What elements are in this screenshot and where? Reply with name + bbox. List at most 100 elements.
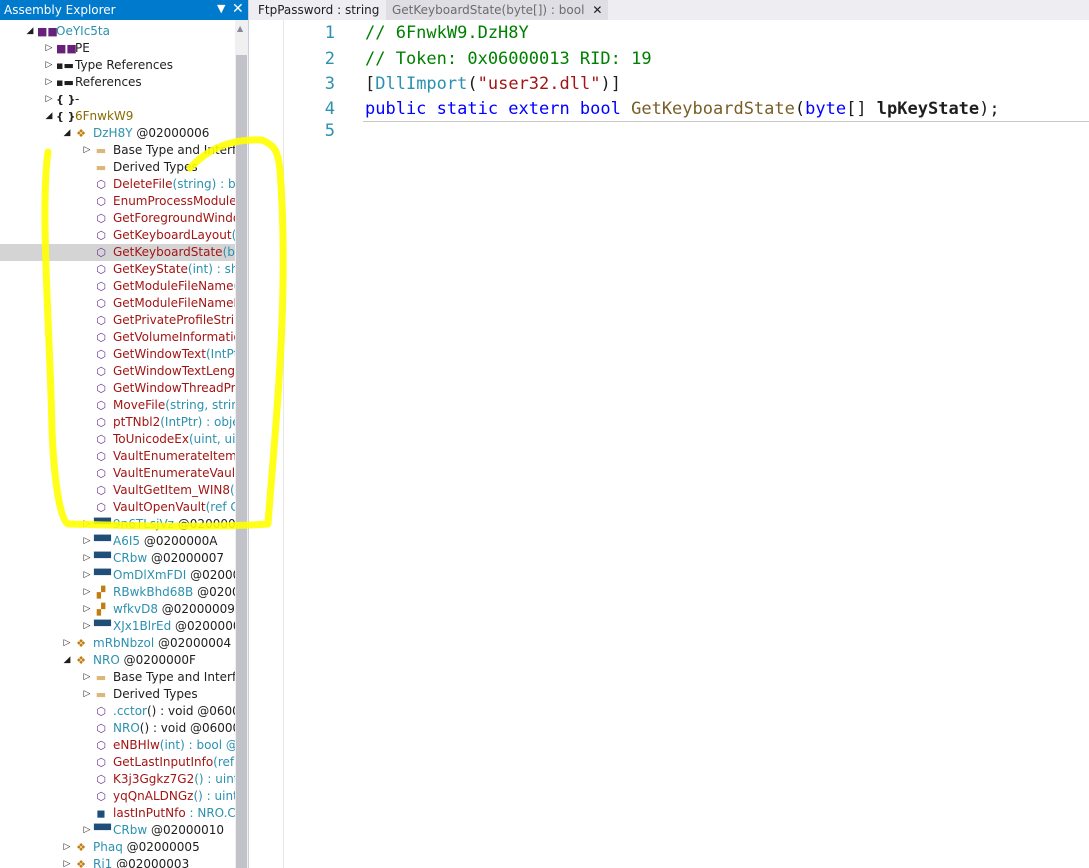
expand-arrow-icon[interactable]: ▷ [44,40,54,57]
tree-item[interactable]: ◢ ❖ DzH8Y @02000006 [0,125,235,142]
tree-item[interactable]: ◢{ } 6FnwkW9 [0,108,235,125]
tree-item[interactable]: ▷ ▀▀ CRbw @02000010 [0,822,235,839]
item-name: Derived Types [113,687,198,701]
tree-item[interactable]: ⬡ GetKeyState(int) : shor [0,261,235,278]
tree-item[interactable]: ◢ ■■ OeYIc5ta [0,23,235,40]
expand-arrow-icon[interactable]: ▷ [82,669,92,686]
expand-arrow-icon[interactable]: ▷ [82,567,92,584]
method-icon: ⬡ [96,501,106,514]
method-icon: ⬡ [96,756,106,769]
expand-arrow-icon[interactable]: ▷ [82,686,92,703]
tree-item[interactable]: ⬡ MoveFile(string, string [0,397,235,414]
tree-item[interactable]: ▷ ▞ RBwkBhd68B @020000 [0,584,235,601]
tree-item[interactable]: ▬ Derived Types [0,159,235,176]
tab-ftppassword[interactable]: FtpPassword : string [252,0,385,20]
tree-item[interactable]: ⬡ GetWindowThreadPro [0,380,235,397]
expand-arrow-icon[interactable]: ▷ [82,584,92,601]
tree-item[interactable]: ⬡ yqQnALDNGz() : uint ( [0,788,235,805]
close-icon[interactable]: ✕ [232,1,244,17]
tree-item[interactable]: ⬡ K3j3Ggkz7G2() : uint @ [0,771,235,788]
tree-item[interactable]: ⬡ VaultOpenVault(ref Gu [0,499,235,516]
expand-arrow-icon[interactable]: ▷ [82,533,92,550]
tree-item[interactable]: ▷▀▀XJx1BlrEd @0200000C [0,618,235,635]
method-icon: ⬡ [96,450,106,463]
expand-arrow-icon[interactable]: ▷ [82,822,92,839]
expand-arrow-icon[interactable]: ▷ [82,601,92,618]
expand-arrow-icon[interactable]: ▷ [82,618,92,635]
tree-item[interactable]: ⬡ GetModuleFileNameEx [0,295,235,312]
tree-item[interactable]: ▷ ❖ Phaq @02000005 [0,839,235,856]
tree-item[interactable]: ▷▀▀9n6TLsjVz @0200000B [0,516,235,533]
item-name: DzH8Y [93,126,133,140]
tree-item[interactable]: ⬡ .cctor() : void @06000 [0,703,235,720]
tree-item[interactable]: ▷▬ Base Type and Interfac [0,142,235,159]
tree-item[interactable]: ▷ ▪▬ References [0,74,235,91]
method-icon: ⬡ [96,467,106,480]
expand-arrow-icon[interactable]: ▷ [82,516,92,533]
tree-item[interactable]: ⬡ GetWindowText(IntPtr [0,346,235,363]
tree-item[interactable]: ▷ ▀▀ CRbw @02000007 [0,550,235,567]
tree-item-label: GetKeyState(int) : shor [113,261,235,278]
tree-item[interactable]: ⬡ GetPrivateProfileString [0,312,235,329]
tree-item[interactable]: ⬡ GetVolumeInformation [0,329,235,346]
expand-arrow-icon[interactable]: ▷ [44,91,54,108]
panel-title-bar: Assembly Explorer ▼ ✕ [0,0,248,20]
expand-arrow-icon[interactable]: ▷ [62,635,72,652]
tree-item-label: Derived Types [113,686,198,703]
collapse-arrow-icon[interactable]: ◢ [25,23,35,40]
tree-item[interactable]: ▷{ } - [0,91,235,108]
tree-item-label: EnumProcessModules [113,193,235,210]
tree-item[interactable]: ⬡ VaultGetItem_WIN8(In [0,482,235,499]
tab-getkeyboardstate[interactable]: GetKeyboardState(byte[]) : bool ✕ [386,0,609,20]
tree-item[interactable]: ⬡ VaultEnumerateVaults( [0,465,235,482]
dropdown-icon[interactable]: ▼ [217,2,225,15]
tree-item[interactable]: ▷ ▪▬ Type References [0,57,235,74]
tree-item[interactable]: ⬡ DeleteFile(string) : boo [0,176,235,193]
expand-arrow-icon[interactable]: ▷ [82,550,92,567]
item-signature: @02000009 [157,602,235,616]
tree-item[interactable]: ◢ ❖ NRO @0200000F [0,652,235,669]
tree-item[interactable]: ⬡ GetKeyboardLayout(in [0,227,235,244]
tree-item[interactable]: ⬡ GetForegroundWindow [0,210,235,227]
item-name: 6FnwkW9 [75,109,134,123]
tree-item[interactable]: ▷ ■■ PE [0,40,235,57]
tree-item-label: GetWindowThreadPro [113,380,235,397]
tree-item[interactable]: ⬡ ToUnicodeEx(uint, uin [0,431,235,448]
collapse-arrow-icon[interactable]: ◢ [62,652,72,669]
collapse-arrow-icon[interactable]: ◢ [44,108,54,125]
scrollbar-thumb[interactable] [236,55,247,868]
tree-item[interactable]: ◼ lastInPutNfo : NRO.CR [0,805,235,822]
assembly-tree: ◢ ■■ OeYIc5ta ▷ ■■ PE ▷ ▪▬ Type References ▷ ▪▬ Ref… [0,20,235,868]
tree-item[interactable]: ⬡ ptTNbl2(IntPtr) : objec [0,414,235,431]
tree-item[interactable]: ⬡ GetWindowTextLength [0,363,235,380]
close-tab-icon[interactable]: ✕ [592,3,602,17]
tree-item[interactable]: ▷▀▀OmDlXmFDI @020000 [0,567,235,584]
code-editor[interactable]: 1 2 3 4 5 // 6FnwkW9.DzH8Y // Token: 0x0… [249,20,1089,868]
tree-item[interactable]: ▷ ❖ Ri1 @02000003 [0,856,235,868]
expand-arrow-icon[interactable]: ▷ [44,57,54,74]
tree-item[interactable]: ▷ ▀▀ A6I5 @0200000A [0,533,235,550]
tree-item[interactable]: ▷ ▞ wfkvD8 @02000009 [0,601,235,618]
tree-item[interactable]: ⬡ GetKeyboardState(byt [0,244,235,261]
tree-item[interactable]: ▷▬ Base Type and Interfac [0,669,235,686]
expand-arrow-icon[interactable]: ▷ [44,74,54,91]
tree-item[interactable]: ⬡ EnumProcessModules [0,193,235,210]
tree-item[interactable]: ⬡ NRO() : void @06000 [0,720,235,737]
folder-icon: ▬ [95,161,107,174]
tree-item[interactable]: ▷ ❖ mRbNbzol @02000004 [0,635,235,652]
code-token: )] [600,74,621,94]
collapse-arrow-icon[interactable]: ◢ [62,125,72,142]
item-name: NRO [113,721,140,735]
expand-arrow-icon[interactable]: ▷ [62,839,72,856]
tree-item[interactable]: ⬡ GetLastInputInfo(ref N [0,754,235,771]
expand-arrow-icon[interactable]: ▷ [82,142,92,159]
tree-item-label: GetModuleFileName(i [113,278,235,295]
scroll-up-icon[interactable]: ▲ [237,24,243,33]
tree-item[interactable]: ⬡ GetModuleFileName(i [0,278,235,295]
line-number: 2 [324,49,335,69]
tree-item[interactable]: ⬡ eNBHlw(int) : bool @0 [0,737,235,754]
expand-arrow-icon[interactable]: ▷ [62,856,72,868]
item-name: Base Type and Interfac [113,670,235,684]
tree-item[interactable]: ▷ ▬ Derived Types [0,686,235,703]
tree-item[interactable]: ⬡ VaultEnumerateItems( [0,448,235,465]
